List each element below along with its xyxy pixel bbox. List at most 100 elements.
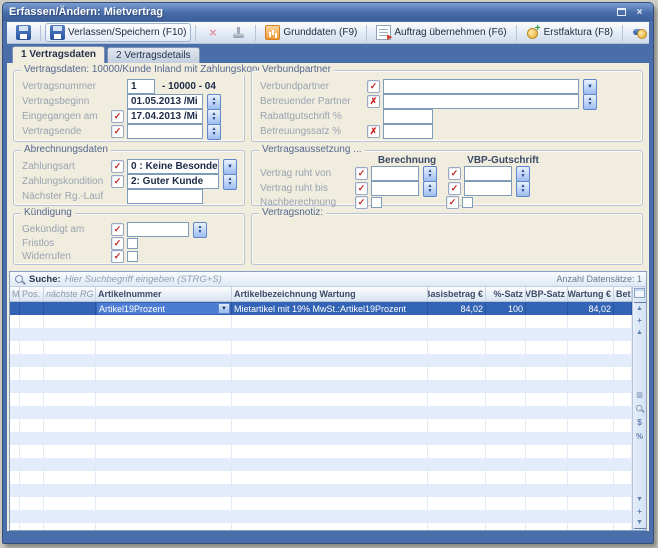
search-input[interactable]: Hier Suchbegriff eingeben (STRG+S)	[65, 274, 553, 285]
table-row[interactable]	[10, 367, 632, 380]
ruht-von-berechnung-input[interactable]	[371, 166, 419, 181]
percent-format-icon[interactable]: %	[634, 431, 646, 443]
fristlos-checkbox[interactable]	[127, 238, 138, 249]
table-row[interactable]	[10, 510, 632, 523]
currency-format-icon[interactable]: $	[634, 417, 646, 429]
vertragsende-input[interactable]	[127, 124, 203, 139]
ruht-von-berechnung-spinner[interactable]	[423, 166, 437, 182]
eingegangen-spinner[interactable]	[207, 109, 221, 125]
delete-button[interactable]: ×	[200, 23, 225, 42]
table-row[interactable]	[10, 471, 632, 484]
table-row[interactable]	[10, 458, 632, 471]
vertragsnotiz-textarea[interactable]	[260, 222, 636, 262]
stamp-button[interactable]	[226, 23, 251, 42]
table-row[interactable]	[10, 315, 632, 328]
vertragsbeginn-input[interactable]: 01.05.2013 /Mi	[127, 94, 203, 109]
rabattgutschrift-input[interactable]	[383, 109, 433, 124]
artikelnummer-cell-editor[interactable]: Artikel19Prozent ▼	[96, 302, 232, 315]
gekuendigt-input[interactable]	[127, 222, 189, 237]
column-header-artikelnummer[interactable]: Artikelnummer	[96, 287, 232, 301]
table-row[interactable]	[10, 341, 632, 354]
column-chooser-icon[interactable]	[634, 288, 645, 298]
ruht-von-vbp-spinner[interactable]	[516, 166, 530, 182]
table-row[interactable]	[10, 354, 632, 367]
save-button[interactable]	[11, 23, 36, 42]
edit-flag-icon[interactable]	[111, 125, 124, 138]
scroll-up-icon[interactable]: ▲	[634, 326, 646, 338]
insert-row-icon[interactable]: +	[634, 314, 646, 326]
betreuender-partner-spinner[interactable]	[583, 94, 597, 110]
zahlungskondition-select[interactable]: 2: Guter Kunde	[127, 174, 219, 189]
table-row[interactable]	[10, 380, 632, 393]
erstfaktura-button[interactable]: Erstfaktura (F8)	[521, 23, 618, 42]
edit-flag-icon[interactable]	[367, 80, 380, 93]
column-header-artikelbezeichnung[interactable]: Artikelbezeichnung Wartung	[232, 287, 428, 301]
edit-flag-icon[interactable]	[446, 196, 459, 209]
edit-flag-icon[interactable]	[111, 160, 124, 173]
zahlungsart-select[interactable]: 0 : Keine Besondere	[127, 159, 219, 174]
edit-flag-icon[interactable]	[355, 196, 368, 209]
verbundpartner-input[interactable]	[383, 79, 579, 94]
nachberechnung-berechnung-checkbox[interactable]	[371, 197, 382, 208]
locked-flag-icon[interactable]	[367, 95, 380, 108]
column-header-prozent-satz[interactable]: %-Satz	[486, 287, 526, 301]
goto-last-icon[interactable]: ▼	[634, 517, 646, 529]
betreuender-partner-input[interactable]	[383, 94, 579, 109]
column-header-basisbetrag[interactable]: Basisbetrag €	[428, 287, 486, 301]
tab-vertragsdaten[interactable]: 1 Vertragsdaten	[12, 46, 105, 63]
nachberechnung-vbp-checkbox[interactable]	[462, 197, 473, 208]
ruht-bis-vbp-input[interactable]	[464, 181, 512, 196]
column-header-naechste-rg[interactable]: nächste RG	[44, 287, 96, 301]
ruht-bis-berechnung-input[interactable]	[371, 181, 419, 196]
verbundpartner-dropdown-button[interactable]	[583, 79, 597, 95]
edit-flag-icon[interactable]	[355, 182, 368, 195]
save-exit-button[interactable]: Verlassen/Speichern (F10)	[45, 23, 191, 42]
edit-flag-icon[interactable]	[111, 110, 124, 123]
close-button[interactable]: ×	[632, 6, 647, 19]
table-row[interactable]	[10, 328, 632, 341]
edit-flag-icon[interactable]	[448, 167, 461, 180]
zahlungskondition-spinner[interactable]	[223, 174, 237, 190]
column-header-wartung[interactable]: Wartung €	[568, 287, 614, 301]
edit-flag-icon[interactable]	[111, 250, 124, 263]
table-row[interactable]	[10, 497, 632, 510]
table-row[interactable]	[10, 393, 632, 406]
betreuungssatz-input[interactable]	[383, 124, 433, 139]
cell-dropdown-button[interactable]: ▼	[218, 303, 230, 314]
table-row[interactable]	[10, 445, 632, 458]
table-row[interactable]	[10, 432, 632, 445]
vertragsnummer-input[interactable]: 1	[127, 79, 155, 94]
table-row[interactable]	[10, 406, 632, 419]
grunddaten-button[interactable]: Grunddaten (F9)	[260, 23, 362, 42]
zahlungsart-dropdown-button[interactable]	[223, 159, 237, 175]
column-header-vbp-satz[interactable]: VBP-Satz	[526, 287, 568, 301]
column-header-m[interactable]: M	[10, 287, 20, 301]
table-row-selected[interactable]: Artikel19Prozent ▼ Mietartikel mit 19% M…	[10, 302, 632, 315]
tab-vertragsdetails[interactable]: 2 Vertragsdetails	[107, 47, 200, 63]
edit-flag-icon[interactable]	[448, 182, 461, 195]
edit-flag-icon[interactable]	[111, 175, 124, 188]
ruht-von-vbp-input[interactable]	[464, 166, 512, 181]
ruht-bis-vbp-spinner[interactable]	[516, 181, 530, 197]
scroll-down-icon[interactable]: ▼	[634, 493, 646, 505]
append-row-icon[interactable]: +	[634, 505, 646, 517]
extras-button[interactable]: Extras	[627, 23, 649, 42]
vertragsende-spinner[interactable]	[207, 124, 221, 140]
table-row[interactable]	[10, 484, 632, 497]
naechster-rglauf-input[interactable]	[127, 189, 203, 204]
goto-first-icon[interactable]: ▲	[634, 302, 646, 314]
edit-flag-icon[interactable]	[355, 167, 368, 180]
eingegangen-input[interactable]: 17.04.2013 /Mi	[127, 109, 203, 124]
column-header-betreuung[interactable]: Betre	[614, 287, 632, 301]
edit-flag-icon[interactable]	[111, 223, 124, 236]
widerrufen-checkbox[interactable]	[127, 251, 138, 262]
lookup-icon[interactable]	[634, 403, 646, 415]
locked-flag-icon[interactable]	[367, 125, 380, 138]
gekuendigt-spinner[interactable]	[193, 222, 207, 238]
table-row[interactable]	[10, 419, 632, 432]
vertragsbeginn-spinner[interactable]	[207, 94, 221, 110]
column-header-pos[interactable]: Pos.	[20, 287, 44, 301]
auftrag-uebernehmen-button[interactable]: Auftrag übernehmen (F6)	[371, 23, 511, 42]
restore-button[interactable]	[614, 6, 629, 19]
edit-flag-icon[interactable]	[111, 237, 124, 250]
